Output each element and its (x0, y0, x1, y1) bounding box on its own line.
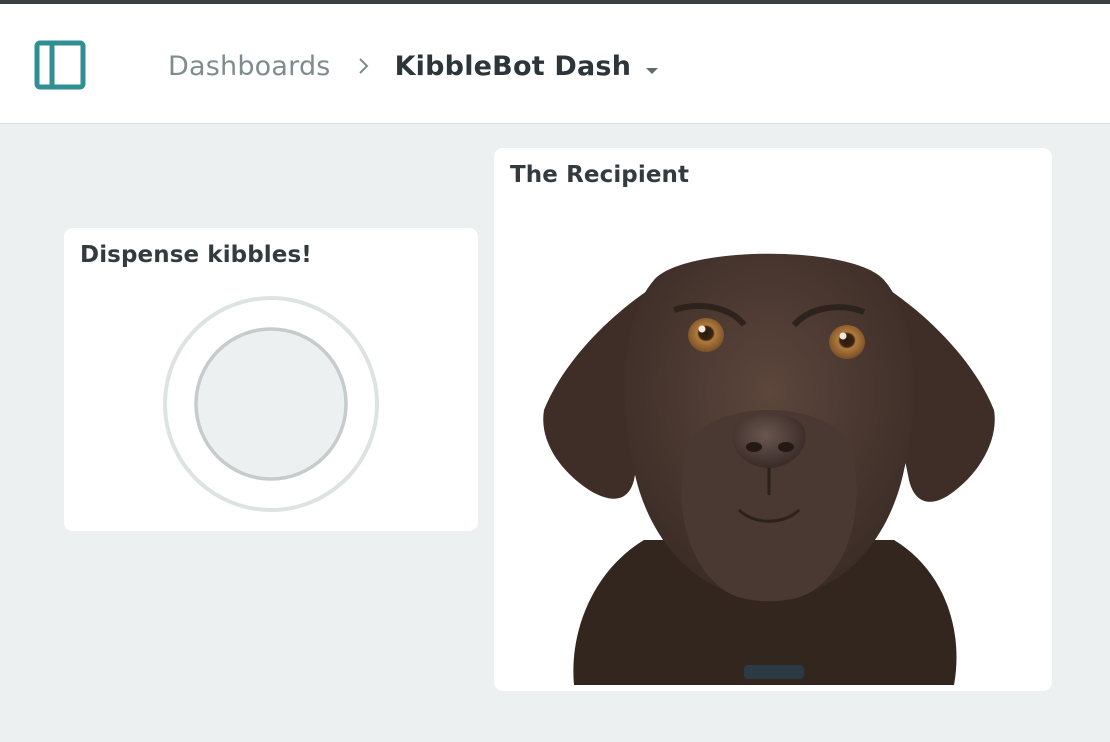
dog-photo (534, 240, 1004, 685)
chevron-right-icon (357, 55, 371, 77)
dispense-widget: Dispense kibbles! (64, 228, 478, 531)
sidebar-toggle-icon[interactable] (34, 38, 86, 90)
dispense-push-button[interactable] (163, 296, 379, 512)
breadcrumb-dashboards-link[interactable]: Dashboards (168, 51, 331, 82)
top-bar: Dashboards KibbleBot Dash (0, 0, 1110, 124)
breadcrumb: Dashboards KibbleBot Dash (168, 44, 659, 88)
widget-title: Dispense kibbles! (80, 242, 312, 268)
recipient-widget: The Recipient (494, 148, 1052, 691)
caret-down-icon[interactable] (645, 61, 659, 74)
page-title: KibbleBot Dash (394, 50, 632, 82)
widget-title: The Recipient (510, 162, 690, 188)
